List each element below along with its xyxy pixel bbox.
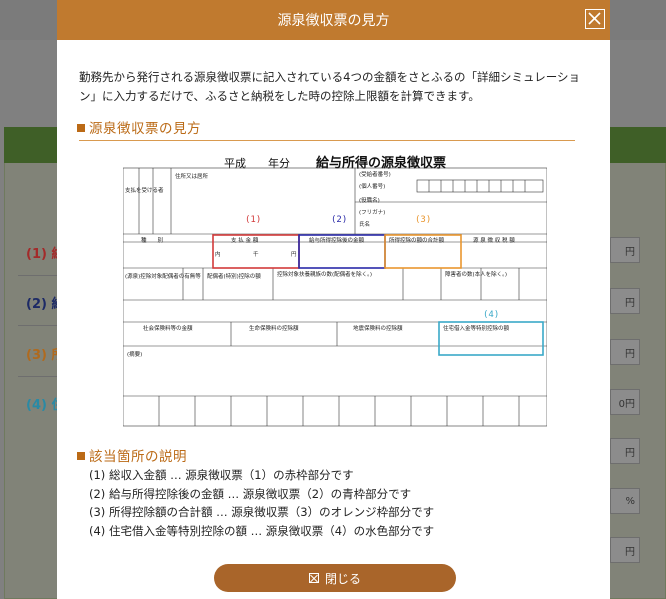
- slip-label-recipient-no: (受給者番号): [359, 172, 391, 178]
- slip-label-my-number: (個人番号): [359, 184, 386, 190]
- slip-col-withholding-tax: 源 泉 徴 収 税 額: [473, 238, 515, 244]
- slip-unit-yen: 円: [291, 252, 297, 258]
- slip-col-payment: 支 払 金 額: [231, 238, 259, 244]
- bg-field-1[interactable]: 円: [610, 237, 640, 263]
- slip-unit-inner: 内: [215, 252, 221, 258]
- slip-label-spouse-deduction: 配偶者(特別)控除の額: [207, 274, 261, 280]
- slip-label-housing-loan: 住宅借入金等特別控除の額: [443, 326, 510, 332]
- slip-label-earthquake-insurance: 地震保険料の控除額: [353, 326, 403, 332]
- withholding-guide-modal: 源泉徴収票の見方 勤務先から発行される源泉徴収票に記入されている4つの金額をさと…: [57, 0, 610, 599]
- explanation-item: (4) 住宅借入金等特別控除の額 … 源泉徴収票（4）の水色部分です: [89, 523, 435, 538]
- section-title-how-to-read: 源泉徴収票の見方: [77, 117, 201, 137]
- close-icon[interactable]: [585, 9, 605, 29]
- explanation-item: (2) 給与所得控除後の金額 … 源泉徴収票（2）の青枠部分です: [89, 486, 412, 501]
- bg-field-5[interactable]: 円: [610, 438, 640, 464]
- bg-field-3[interactable]: 円: [610, 339, 640, 365]
- slip-marker-4: (4): [483, 310, 500, 320]
- slip-marker-2: (2): [331, 215, 348, 225]
- slip-unit-thousand: 千: [253, 252, 259, 258]
- slip-label-furigana: (フリガナ): [359, 210, 386, 216]
- modal-header: 源泉徴収票の見方: [57, 0, 610, 40]
- slip-marker-1: (1): [245, 215, 262, 225]
- intro-text: 勤務先から発行される源泉徴収票に記入されている4つの金額をさとふるの「詳細シミュ…: [79, 70, 581, 103]
- explanation-item: (1) 総収入金額 … 源泉徴収票（1）の赤枠部分です: [89, 468, 354, 482]
- bg-field-4[interactable]: 0円: [610, 389, 640, 415]
- slip-label-dependents: 控除対象扶養親族の数(配偶者を除く。): [277, 272, 373, 278]
- slip-marker-3: (3): [415, 215, 432, 225]
- slip-label-spouse: (源泉)控除対象配偶者の有無等: [125, 274, 201, 280]
- bg-field-6[interactable]: %: [610, 488, 640, 514]
- square-bullet-icon: [77, 124, 85, 132]
- explanation-item: (3) 所得控除額の合計額 … 源泉徴収票（3）のオレンジ枠部分です: [89, 505, 435, 519]
- slip-col-total-deductions: 所得控除の額の合計額: [389, 238, 445, 244]
- withholding-slip-image: 平成 年分 給与所得の源泉徴収票 (1) (2) (3) (4) 種 別 支 払…: [123, 146, 547, 428]
- slip-label-life-insurance: 生命保険料の控除額: [249, 326, 299, 332]
- slip-label-address: 住所又は居所: [175, 174, 209, 180]
- slip-label-disabled: 障害者の数(本人を除く。): [445, 272, 508, 278]
- slip-label-remarks: (摘要): [127, 352, 143, 358]
- slip-label-name: 氏名: [359, 222, 371, 228]
- slip-form-lines: [123, 167, 547, 427]
- close-button[interactable]: 閉じる: [214, 564, 456, 592]
- section-title-explanation: 該当箇所の説明: [77, 445, 187, 465]
- bg-field-2[interactable]: 円: [610, 288, 640, 314]
- square-bullet-icon: [77, 452, 85, 460]
- modal-title: 源泉徴収票の見方: [277, 13, 390, 29]
- close-button-label: 閉じる: [324, 571, 361, 586]
- slip-col-type: 種 別: [141, 238, 164, 244]
- close-box-icon: [308, 573, 319, 583]
- explanation-list: (1) 総収入金額 … 源泉徴収票（1）の赤枠部分です (2) 給与所得控除後の…: [89, 466, 434, 540]
- slip-label-recipient: 支払を受ける者: [125, 188, 164, 194]
- slip-col-after-deduction: 給与所得控除後の金額: [309, 238, 365, 244]
- slip-label-social-insurance: 社会保険料等の金額: [143, 326, 193, 332]
- slip-label-position: (役職名): [359, 198, 380, 204]
- section-rule: [79, 140, 575, 141]
- close-x-icon: [588, 12, 601, 25]
- bg-field-7[interactable]: 円: [610, 537, 640, 563]
